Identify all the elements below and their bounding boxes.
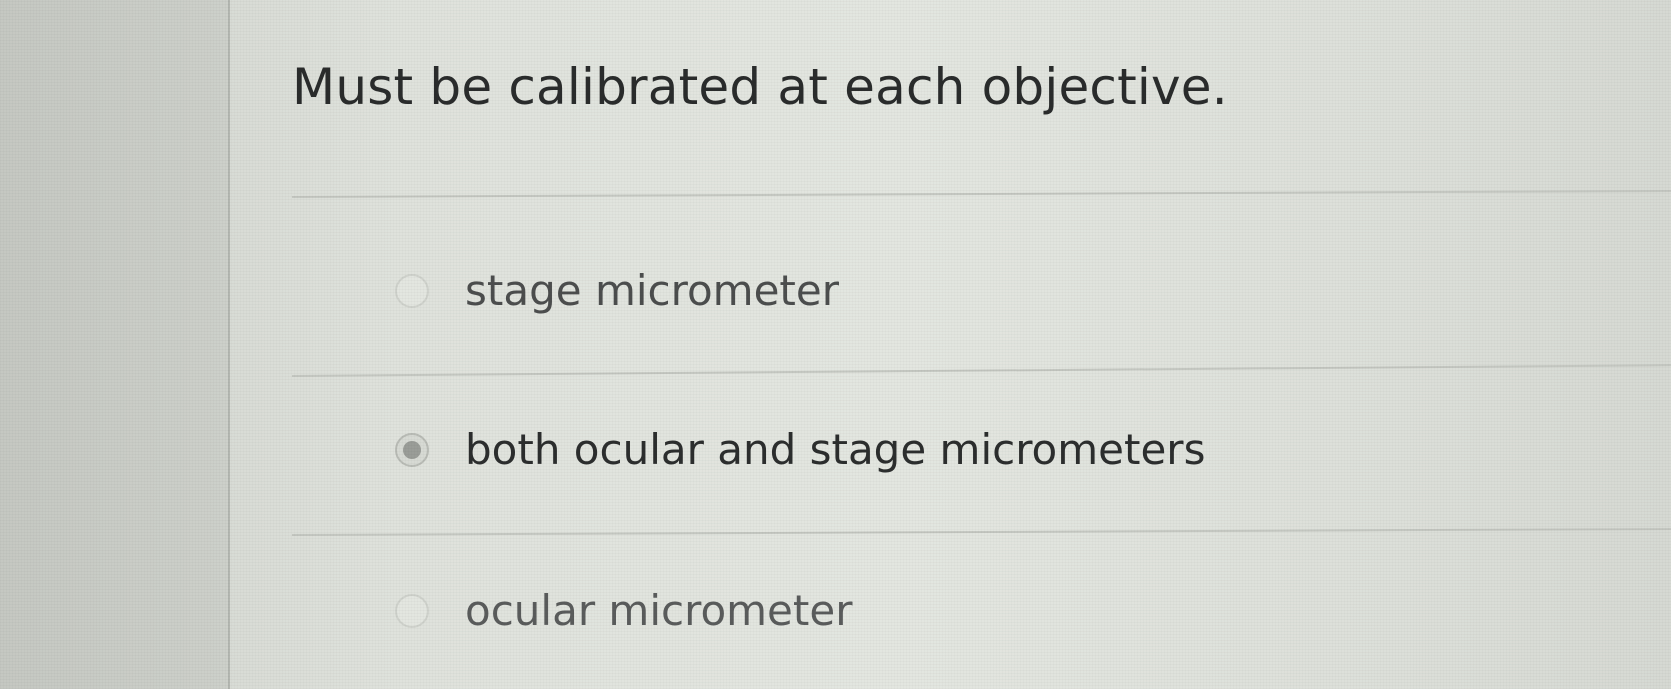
left-border-line — [228, 0, 230, 689]
quiz-screen: Must be calibrated at each objective. st… — [0, 0, 1671, 689]
option-label: both ocular and stage micrometers — [465, 425, 1206, 474]
answer-option-stage-micrometer[interactable]: stage micrometer — [395, 266, 839, 315]
divider — [291, 527, 1671, 536]
question-text: Must be calibrated at each objective. — [292, 58, 1228, 116]
option-label: stage micrometer — [465, 266, 839, 315]
answer-option-ocular-micrometer[interactable]: ocular micrometer — [395, 586, 852, 635]
divider — [291, 364, 1671, 377]
option-label: ocular micrometer — [465, 586, 853, 635]
radio-button-unselected[interactable] — [395, 593, 429, 628]
radio-button-unselected[interactable] — [395, 273, 429, 308]
answer-option-both-micrometers[interactable]: both ocular and stage micrometers — [395, 425, 1205, 474]
radio-button-selected[interactable] — [395, 432, 429, 467]
left-margin — [0, 0, 230, 689]
radio-selected-dot-icon — [403, 440, 421, 459]
divider — [291, 189, 1671, 198]
